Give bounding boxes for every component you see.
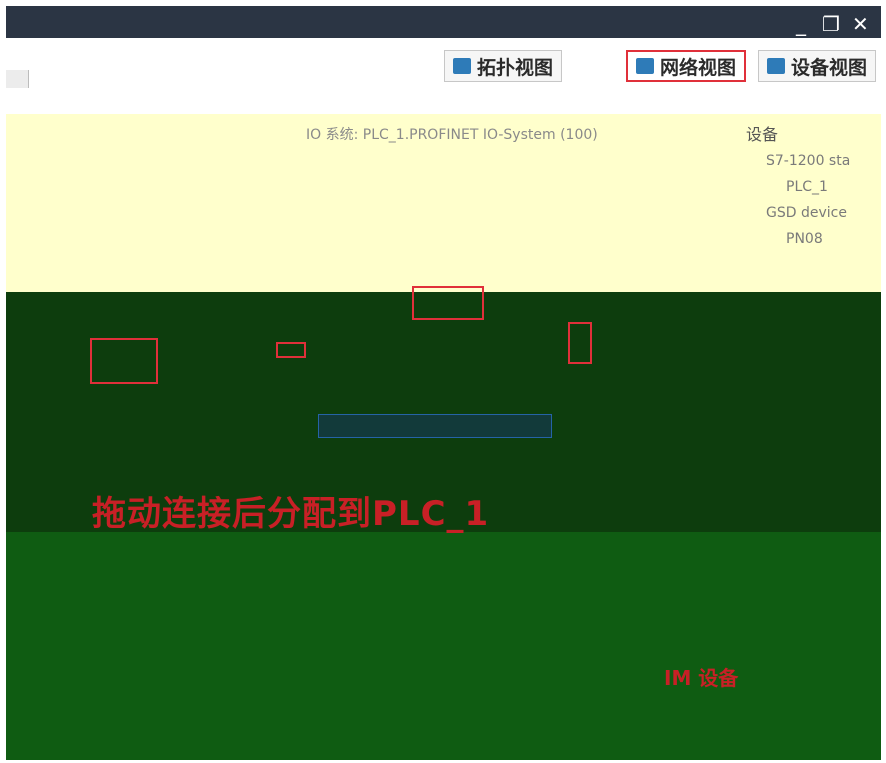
tab-topology-view[interactable]: 拓扑视图 [444, 50, 563, 82]
network-toolbar [6, 88, 881, 114]
network-view-icon [636, 58, 654, 74]
port-box[interactable] [276, 342, 306, 358]
tab-label: 拓扑视图 [477, 56, 554, 79]
view-tab-strip: 拓扑视图 网络视图 设备视图 [6, 40, 881, 88]
profinet-link[interactable] [318, 414, 552, 438]
device-box[interactable] [412, 286, 484, 320]
annotation-note: IM 设备 [664, 666, 739, 690]
tree-item[interactable]: S7-1200 sta [746, 148, 850, 174]
overview-tree: 设备 S7-1200 sta PLC_1 GSD device PN08 [746, 122, 850, 252]
network-canvas-top[interactable]: IO 系统: PLC_1.PROFINET IO-System (100) 设备… [6, 114, 881, 292]
overview-title: 设备 [746, 125, 779, 144]
device-box[interactable] [90, 338, 158, 384]
minimize-button[interactable]: _ [796, 14, 806, 34]
topology-view-icon [453, 58, 471, 74]
restore-button[interactable]: ❐ [822, 14, 840, 34]
network-canvas-bottom [6, 532, 881, 760]
io-system-label: IO 系统: PLC_1.PROFINET IO-System (100) [306, 127, 598, 143]
close-button[interactable]: ✕ [852, 14, 869, 34]
tree-item[interactable]: PN08 [746, 226, 850, 252]
tree-item[interactable]: PLC_1 [746, 174, 850, 200]
tree-item[interactable]: GSD device [746, 200, 850, 226]
tab-label: 网络视图 [660, 56, 737, 79]
annotation-caption: 拖动连接后分配到PLC_1 [92, 494, 490, 534]
tab-device-view[interactable]: 设备视图 [758, 50, 877, 82]
window-titlebar: _ ❐ ✕ [6, 6, 881, 38]
tab-label: 设备视图 [791, 56, 868, 79]
tab-network-view[interactable]: 网络视图 [626, 50, 747, 82]
port-box[interactable] [568, 322, 592, 364]
device-view-icon [767, 58, 785, 74]
